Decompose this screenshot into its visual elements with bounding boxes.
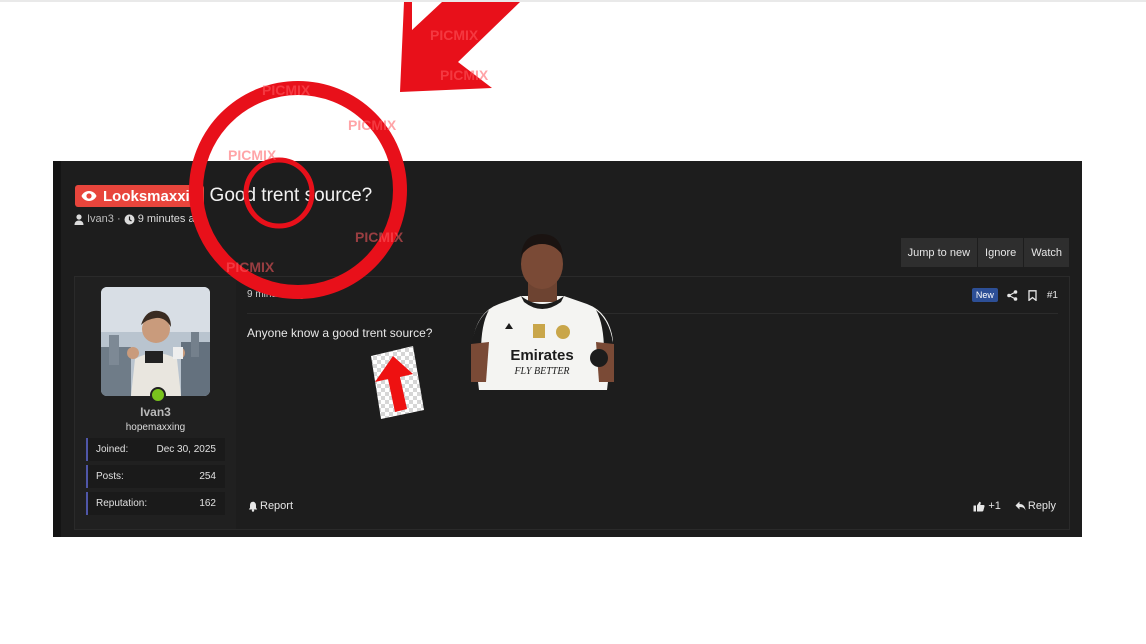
reply-icon: [1015, 501, 1026, 511]
report-button[interactable]: Report: [248, 500, 293, 512]
stat-posts: Posts: 254: [86, 465, 225, 488]
reaction-bar: +1 Reply: [973, 500, 1056, 512]
post-number-link[interactable]: #1: [1047, 290, 1058, 301]
stat-value: Dec 30, 2025: [156, 444, 217, 455]
stat-label: Posts:: [96, 471, 124, 482]
thread-meta: Ivan3 · 9 minutes ag: [74, 213, 201, 225]
thread-time: 9 minutes ag: [137, 213, 201, 225]
post-text: Anyone know a good trent source?: [247, 326, 433, 340]
watch-button[interactable]: Watch: [1023, 238, 1069, 267]
stat-reputation: Reputation: 162: [86, 492, 225, 515]
reply-button[interactable]: Reply: [1028, 500, 1056, 512]
post-user-column: Ivan3 hopemaxxing Joined: Dec 30, 2025 P…: [75, 277, 236, 529]
thread-prefix-label: Looksmaxxir: [103, 187, 196, 205]
eye-icon: [81, 191, 97, 201]
jump-to-new-button[interactable]: Jump to new: [899, 238, 978, 267]
post-time[interactable]: 9 minutes ago: [247, 289, 310, 300]
red-arrow-shape: [400, 2, 520, 92]
online-status-dot: [150, 387, 166, 403]
clock-icon: [124, 214, 135, 224]
post-body: 9 minutes ago New #1 Anyone know a good …: [236, 277, 1069, 529]
report-label: Report: [260, 500, 294, 512]
post-tools: New #1: [971, 288, 1058, 302]
watermark-text: PICMIX: [440, 67, 489, 83]
sticker-sponsor-tagline: FLY BETTER: [513, 366, 569, 377]
ignore-button[interactable]: Ignore: [977, 238, 1024, 267]
watermark-text: PICMIX: [348, 117, 397, 133]
stat-label: Joined:: [96, 444, 129, 455]
stat-value: 162: [199, 498, 216, 509]
stat-joined: Joined: Dec 30, 2025: [86, 438, 225, 461]
thread-author-link[interactable]: Ivan3: [87, 213, 114, 225]
user-icon: [74, 213, 84, 225]
panel-edge: [53, 161, 61, 537]
meta-separator: ·: [113, 213, 124, 225]
bell-icon: [248, 501, 258, 512]
watermark-text: PICMIX: [430, 27, 479, 43]
user-title: hopemaxxing: [125, 422, 186, 433]
avatar-image: [101, 287, 210, 396]
reaction-count[interactable]: +1: [988, 500, 1001, 512]
stat-label: Reputation:: [96, 498, 148, 509]
post-divider: [247, 313, 1058, 314]
thread-prefix-badge[interactable]: Looksmaxxir: [75, 185, 204, 207]
stat-value: 254: [199, 471, 216, 482]
up-arrow-sticker: [371, 346, 424, 419]
username[interactable]: Ivan3: [75, 405, 236, 419]
avatar[interactable]: [101, 287, 210, 396]
share-icon[interactable]: [1007, 289, 1018, 301]
thread-actions: Jump to new Ignore Watch: [899, 238, 1069, 267]
thread-header: Looksmaxxir Good trent source?: [75, 185, 372, 207]
bookmark-icon[interactable]: [1028, 289, 1037, 301]
sticker-sponsor: Emirates: [510, 347, 573, 364]
top-border: [0, 0, 1146, 2]
new-badge: New: [971, 288, 998, 302]
watermark-text: PICMIX: [262, 82, 311, 98]
thumbs-up-icon[interactable]: [973, 501, 985, 512]
thread-title: Good trent source?: [209, 185, 373, 206]
player-sticker: Emirates FLY BETTER: [471, 234, 614, 390]
